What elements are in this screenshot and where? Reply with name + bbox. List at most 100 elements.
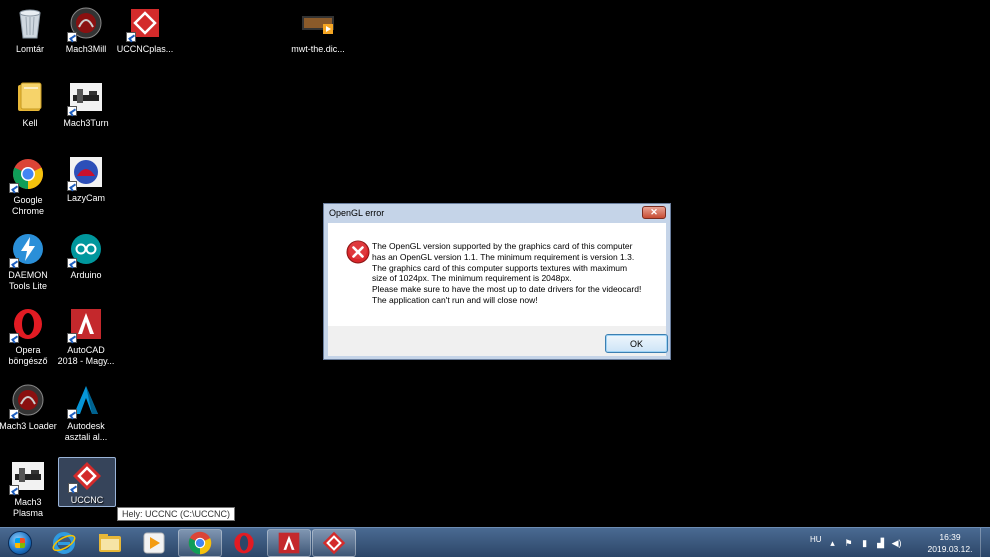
taskbar-media-player[interactable] (132, 529, 176, 557)
shortcut-arrow-icon (67, 258, 77, 268)
desktop-icon-mwt[interactable]: mwt-the.dic... (288, 6, 348, 55)
uccnc-icon (126, 6, 162, 42)
error-message: The OpenGL version supported by the grap… (372, 241, 662, 306)
desktop-icon-uccncplas[interactable]: UCCNCplas... (115, 6, 175, 55)
dialog-footer: OK (328, 326, 668, 356)
desktop-icon-mach3mill[interactable]: Mach3Mill (56, 6, 116, 55)
close-button[interactable]: ✕ (642, 206, 666, 219)
shortcut-arrow-icon (67, 32, 77, 42)
desktop-icon-uccnc[interactable]: UCCNC (58, 457, 116, 507)
volume-icon[interactable]: ◀) (892, 538, 902, 548)
folder-icon (99, 534, 121, 552)
clock-time: 16:39 (939, 532, 961, 542)
flag-icon[interactable]: ⚑ (844, 538, 854, 548)
taskbar-file-explorer[interactable] (88, 529, 132, 557)
desktop-icon-label: Mach3Turn (63, 118, 109, 128)
desktop-icon-mach3-plasma[interactable]: Mach3 Plasma (0, 459, 58, 519)
daemon-tools-icon (9, 232, 45, 268)
desktop-icon-opera[interactable]: Opera böngésző (0, 307, 58, 367)
opera-icon (9, 307, 45, 343)
desktop-icon-mach3turn[interactable]: Mach3Turn (56, 80, 116, 129)
taskbar-internet-explorer[interactable] (42, 529, 86, 557)
message-line: Please make sure to have the most up to … (372, 284, 642, 295)
internet-explorer-icon (52, 532, 76, 554)
opera-icon (234, 532, 254, 554)
message-line: size of 1024px. The minimum requirement … (372, 273, 572, 284)
desktop-icon-arduino[interactable]: Arduino (56, 232, 116, 281)
cnc-machine-icon (9, 459, 45, 495)
system-tray: HU ▴ ⚑ ▮ ▟ ◀) (810, 528, 902, 557)
chrome-icon (188, 531, 212, 555)
shortcut-arrow-icon (9, 485, 19, 495)
desktop-icon-label: Mach3 Loader (0, 421, 57, 431)
desktop-icon-label: Kell (22, 118, 38, 128)
arduino-icon (67, 232, 103, 268)
desktop-icon-autocad[interactable]: AutoCAD 2018 - Magy... (56, 307, 116, 367)
lazycam-icon (67, 155, 103, 191)
message-line: has an OpenGL version 1.1. The minimum r… (372, 251, 635, 262)
dialog-title: OpenGL error (329, 208, 385, 218)
video-file-icon (301, 6, 335, 40)
autocad-icon (67, 307, 103, 343)
uccnc-icon (322, 531, 346, 555)
shortcut-arrow-icon (67, 409, 77, 419)
taskbar-uccnc[interactable] (312, 529, 356, 557)
taskbar-opera[interactable] (222, 529, 266, 557)
shortcut-arrow-icon (67, 181, 77, 191)
show-desktop-button[interactable] (980, 528, 990, 557)
start-button[interactable] (2, 529, 38, 557)
desktop-icon-label: mwt-the.dic... (291, 44, 345, 54)
desktop-icon-label: AutoCAD 2018 - Magy... (57, 345, 115, 366)
mach3-icon (9, 383, 45, 419)
clock[interactable]: 16:39 2019.03.12. (924, 531, 976, 555)
network-icon[interactable]: ▟ (876, 538, 886, 548)
autodesk-icon (67, 383, 103, 419)
desktop-icon-label: LazyCam (66, 193, 105, 203)
ok-button[interactable]: OK (605, 334, 668, 353)
desktop-icon-label: UCCNC (70, 495, 104, 505)
dialog-body: The OpenGL version supported by the grap… (328, 223, 666, 326)
desktop-icon-autodesk[interactable]: Autodesk asztali al... (56, 383, 116, 443)
uccnc-icon (68, 460, 104, 493)
clock-date: 2019.03.12. (927, 544, 973, 554)
desktop-icon-label: Mach3Mill (65, 44, 107, 54)
shortcut-arrow-icon (68, 483, 78, 493)
chrome-icon (9, 157, 45, 193)
mach3-icon (67, 6, 103, 42)
desktop-icon-kell[interactable]: Kell (0, 80, 60, 129)
show-hidden-icons-icon[interactable]: ▴ (828, 538, 838, 548)
cnc-machine-icon (67, 80, 103, 116)
desktop-icon-lazycam[interactable]: LazyCam (56, 155, 116, 204)
icon-tooltip: Hely: UCCNC (C:\UCCNC) (117, 507, 235, 521)
error-icon (346, 240, 370, 269)
desktop-icon-label: UCCNCplas... (116, 44, 174, 54)
power-icon[interactable]: ▮ (860, 538, 870, 548)
language-indicator[interactable]: HU (810, 535, 822, 544)
desktop-icon-daemon-tools[interactable]: DAEMON Tools Lite (0, 232, 58, 292)
desktop-icon-label: Arduino (70, 270, 102, 280)
folder-icon (13, 80, 47, 114)
message-line: The graphics card of this computer suppo… (372, 262, 628, 273)
shortcut-arrow-icon (126, 32, 136, 42)
shortcut-arrow-icon (9, 409, 19, 419)
desktop-icon-label: DAEMON Tools Lite (8, 270, 48, 291)
desktop-icon-label: Opera böngésző (8, 345, 48, 366)
desktop-icon-mach3-loader[interactable]: Mach3 Loader (0, 383, 58, 432)
windows-logo-icon (8, 531, 32, 555)
media-player-icon (143, 532, 165, 554)
shortcut-arrow-icon (67, 333, 77, 343)
desktop-icon-label: Mach3 Plasma (12, 497, 43, 518)
shortcut-arrow-icon (9, 333, 19, 343)
shortcut-arrow-icon (67, 106, 77, 116)
shortcut-arrow-icon (9, 183, 19, 193)
desktop-icon-label: Google Chrome (11, 195, 44, 216)
desktop-icon-label: Lomtár (15, 44, 44, 54)
desktop-icon-recycle-bin[interactable]: Lomtár (0, 6, 60, 55)
desktop-icon-google-chrome[interactable]: Google Chrome (0, 157, 58, 217)
taskbar-autocad[interactable] (267, 529, 311, 557)
message-line: The OpenGL version supported by the grap… (372, 241, 633, 251)
recycle-bin-icon (13, 6, 47, 40)
taskbar-chrome[interactable] (178, 529, 222, 557)
autocad-icon (278, 532, 300, 554)
taskbar: HU ▴ ⚑ ▮ ▟ ◀) 16:39 2019.03.12. (0, 527, 990, 557)
